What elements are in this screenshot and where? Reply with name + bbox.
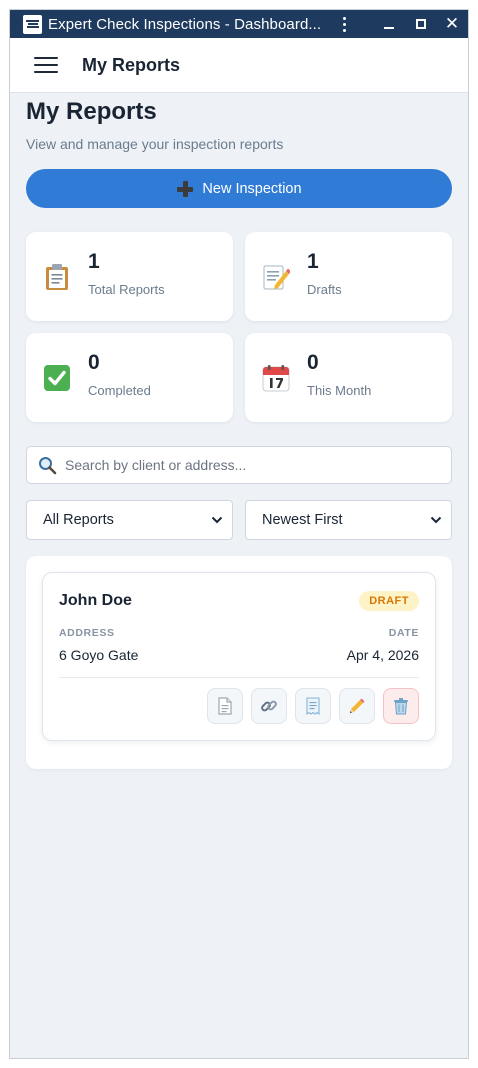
- search-box: [26, 446, 452, 484]
- main-content: My Reports View and manage your inspecti…: [26, 98, 453, 769]
- kebab-icon: [342, 16, 346, 32]
- stat-value: 0: [88, 351, 100, 374]
- maximize-button[interactable]: [410, 14, 432, 34]
- link-icon: [261, 700, 277, 712]
- date-label: DATE: [388, 627, 419, 639]
- clipboard-icon: [41, 261, 73, 293]
- view-report-button[interactable]: [207, 688, 243, 724]
- app-logo-icon: [23, 14, 42, 34]
- check-icon: [41, 362, 73, 394]
- search-icon: [39, 456, 57, 474]
- header-title: My Reports: [82, 54, 181, 75]
- plus-icon: [176, 180, 194, 198]
- search-input[interactable]: [65, 457, 435, 473]
- stat-label: Total Reports: [88, 282, 165, 297]
- new-inspection-label: New Inspection: [202, 180, 302, 197]
- chevron-down-icon: [211, 516, 223, 524]
- stat-value: 1: [307, 250, 319, 273]
- address-label: ADDRESS: [59, 627, 115, 639]
- app-header: My Reports: [10, 38, 468, 93]
- stat-card-this-month: 0 This Month: [245, 333, 452, 422]
- address-value: 6 Goyo Gate: [59, 647, 139, 663]
- client-name: John Doe: [59, 592, 132, 609]
- document-icon: [218, 697, 232, 715]
- report-actions: [59, 688, 419, 724]
- close-icon: ✕: [444, 14, 460, 33]
- trash-icon: [394, 698, 408, 715]
- new-inspection-button[interactable]: New Inspection: [26, 169, 452, 208]
- stat-label: Drafts: [307, 282, 342, 297]
- calendar-icon: [260, 362, 292, 394]
- stat-value: 0: [307, 351, 319, 374]
- reports-list: John Doe DRAFT ADDRESS 6 Goyo Gate DATE …: [26, 556, 452, 769]
- edit-button[interactable]: [339, 688, 375, 724]
- memo-icon: [260, 261, 292, 293]
- delete-button[interactable]: [383, 688, 419, 724]
- menu-icon[interactable]: [34, 57, 58, 73]
- stat-label: Completed: [88, 383, 151, 398]
- window-menu-button[interactable]: [333, 14, 355, 34]
- invoice-button[interactable]: [295, 688, 331, 724]
- page-subtitle: View and manage your inspection reports: [26, 136, 284, 152]
- date-value: Apr 4, 2026: [346, 647, 419, 663]
- minimize-icon: [384, 27, 394, 29]
- chevron-down-icon: [430, 516, 442, 524]
- close-button[interactable]: ✕: [441, 14, 463, 34]
- card-divider: [59, 677, 419, 678]
- share-link-button[interactable]: [251, 688, 287, 724]
- status-filter-value: All Reports: [43, 512, 114, 528]
- stat-card-drafts: 1 Drafts: [245, 232, 452, 321]
- stat-value: 1: [88, 250, 100, 273]
- receipt-icon: [306, 697, 320, 715]
- sort-select[interactable]: Newest First: [245, 500, 452, 540]
- filter-row: All Reports Newest First: [26, 500, 453, 540]
- window-title: Expert Check Inspections - Dashboard...: [48, 15, 322, 33]
- minimize-button[interactable]: [378, 14, 400, 34]
- sort-value: Newest First: [262, 512, 343, 528]
- status-filter-select[interactable]: All Reports: [26, 500, 233, 540]
- stat-card-completed: 0 Completed: [26, 333, 233, 422]
- stats-grid: 1 Total Reports 1 Drafts 0 Completed 0 T…: [26, 232, 453, 422]
- page-title: My Reports: [26, 98, 157, 125]
- stat-label: This Month: [307, 383, 372, 398]
- report-card[interactable]: John Doe DRAFT ADDRESS 6 Goyo Gate DATE …: [42, 572, 436, 741]
- status-badge: DRAFT: [359, 591, 419, 611]
- app-window: Expert Check Inspections - Dashboard... …: [9, 9, 469, 1059]
- pencil-icon: [350, 698, 365, 713]
- window-titlebar[interactable]: Expert Check Inspections - Dashboard... …: [10, 10, 468, 38]
- maximize-icon: [416, 19, 426, 29]
- stat-card-total-reports: 1 Total Reports: [26, 232, 233, 321]
